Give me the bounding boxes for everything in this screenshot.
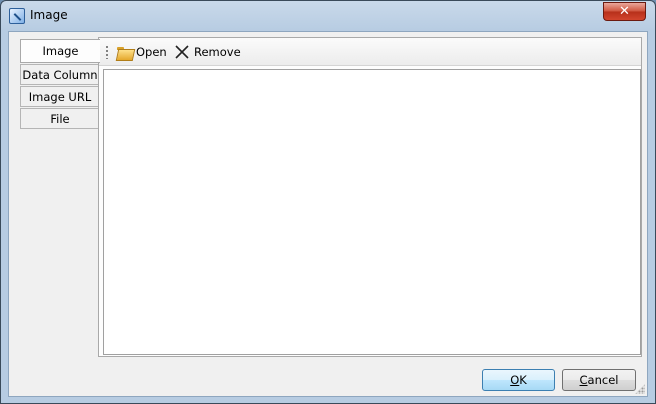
- tab-label: Data Column: [22, 67, 98, 82]
- image-preview-area[interactable]: [103, 69, 641, 355]
- tab-image[interactable]: Image: [20, 39, 100, 63]
- tab-panel-image: Open Remove: [98, 37, 642, 357]
- tab-image-url[interactable]: Image URL: [20, 86, 99, 107]
- tab-label: Image: [42, 44, 79, 58]
- tab-label: Image URL: [28, 89, 92, 104]
- remove-button[interactable]: Remove: [174, 43, 241, 61]
- open-button[interactable]: Open: [117, 43, 167, 61]
- open-label: Open: [136, 45, 167, 59]
- close-icon: ✕: [619, 4, 630, 19]
- tab-label: File: [50, 111, 70, 126]
- remove-label: Remove: [194, 45, 241, 59]
- close-button[interactable]: ✕: [603, 2, 646, 21]
- window-title: Image: [30, 8, 68, 22]
- image-toolbar: Open Remove: [99, 38, 641, 66]
- remove-x-icon: [175, 45, 189, 59]
- app-icon: [9, 8, 25, 24]
- toolbar-grip-icon[interactable]: [106, 45, 108, 59]
- resize-grip-icon[interactable]: [635, 384, 645, 394]
- image-dialog-window: Image ✕ Image Data Column Image URL File: [0, 0, 656, 404]
- cancel-label: Cancel: [579, 373, 619, 387]
- vertical-tab-strip: Image Data Column Image URL File: [20, 39, 100, 130]
- ok-button[interactable]: OK: [482, 369, 555, 391]
- tab-data-column[interactable]: Data Column: [20, 64, 99, 85]
- folder-open-icon: [117, 46, 133, 59]
- title-bar[interactable]: Image ✕: [1, 1, 655, 31]
- ok-label: OK: [510, 373, 527, 387]
- dialog-client-area: Image Data Column Image URL File Open Re…: [8, 31, 648, 397]
- tab-file[interactable]: File: [20, 108, 99, 129]
- cancel-button[interactable]: Cancel: [562, 369, 636, 391]
